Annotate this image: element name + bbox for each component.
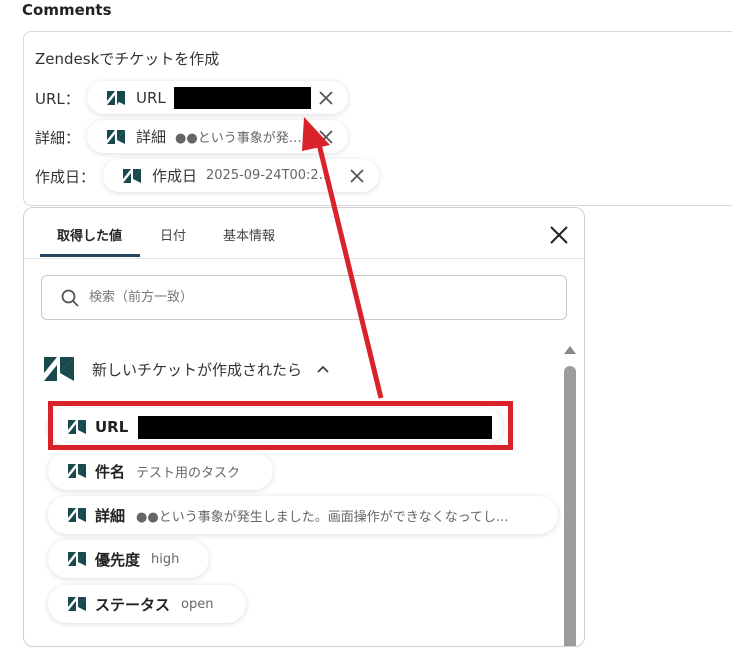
search-icon <box>61 289 79 307</box>
active-tab-indicator <box>40 254 140 257</box>
comments-label: Comments <box>22 1 112 19</box>
variable-picker-panel: 取得した値 日付 基本情報 新しいチケットが作成されたら URL <box>23 207 585 647</box>
tab-date[interactable]: 日付 <box>160 225 186 244</box>
item-label: ステータス <box>95 595 171 614</box>
item-value: open <box>181 596 214 612</box>
tab-acquired-values[interactable]: 取得した値 <box>57 225 122 244</box>
item-label: URL <box>95 418 129 436</box>
variable-chip-created[interactable]: 作成日 2025-09-24T00:2... <box>103 159 379 192</box>
zendesk-icon <box>107 129 125 144</box>
search-input[interactable] <box>87 289 511 306</box>
zendesk-icon <box>44 357 74 381</box>
item-label: 詳細 <box>95 506 126 525</box>
close-icon[interactable] <box>318 90 334 106</box>
detail-line-label: 詳細： <box>35 129 81 147</box>
variable-chip-detail[interactable]: 詳細 ●●という事象が発生しました。 <box>87 120 348 153</box>
value-item-url[interactable]: URL <box>48 408 503 446</box>
variable-chip-url[interactable]: URL <box>87 81 348 114</box>
group-label: 新しいチケットが作成されたら <box>92 360 303 379</box>
value-item-priority[interactable]: 優先度 high <box>48 540 209 578</box>
item-value: テスト用のタスク <box>136 465 241 481</box>
redacted-url-value <box>173 86 311 109</box>
zendesk-icon <box>68 464 86 478</box>
item-value: ●●という事象が発生しました。画面操作ができなくなってし... <box>136 509 509 525</box>
url-line-label: URL： <box>35 90 80 108</box>
picker-tabs: 取得した値 日付 基本情報 <box>24 208 584 259</box>
close-icon[interactable] <box>349 168 365 184</box>
value-item-status[interactable]: ステータス open <box>48 585 246 623</box>
item-label: 件名 <box>95 462 126 481</box>
trigger-group-header[interactable]: 新しいチケットが作成されたら <box>44 357 330 381</box>
scroll-up-icon[interactable] <box>564 346 576 354</box>
scrollbar[interactable] <box>562 340 578 646</box>
chip-label: 詳細 <box>136 128 167 146</box>
zendesk-icon <box>107 90 125 105</box>
zendesk-icon <box>68 420 86 434</box>
close-icon[interactable] <box>318 129 334 145</box>
item-value: high <box>151 551 180 567</box>
close-icon[interactable] <box>548 224 570 246</box>
zendesk-icon <box>68 597 86 611</box>
redacted-url-value <box>138 415 493 439</box>
value-item-subject[interactable]: 件名 テスト用のタスク <box>48 452 273 490</box>
scrollbar-thumb[interactable] <box>564 366 576 646</box>
chevron-up-icon[interactable] <box>316 362 330 376</box>
item-label: 優先度 <box>95 550 141 569</box>
chip-label: 作成日 <box>152 167 198 185</box>
search-field[interactable] <box>41 275 567 320</box>
chip-value: ●●という事象が発生しました。 <box>175 131 305 146</box>
zendesk-icon <box>68 508 86 522</box>
zendesk-icon <box>68 552 86 566</box>
tab-basic-info[interactable]: 基本情報 <box>223 225 275 244</box>
zendesk-icon <box>123 168 141 183</box>
chip-label: URL <box>136 88 166 107</box>
chip-value: 2025-09-24T00:2... <box>206 168 332 183</box>
comment-title: Zendeskでチケットを作成 <box>35 50 220 68</box>
value-item-detail[interactable]: 詳細 ●●という事象が発生しました。画面操作ができなくなってし... <box>48 496 558 534</box>
created-line-label: 作成日： <box>35 168 96 186</box>
